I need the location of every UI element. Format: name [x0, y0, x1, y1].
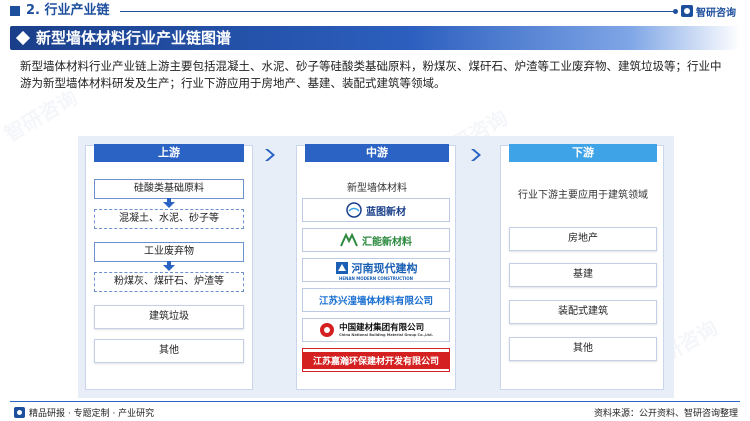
company-name: 江苏兴湟墙体材料有限公司 — [318, 296, 433, 307]
company-logo: 蓝图新材 — [302, 198, 450, 222]
brand-icon — [14, 407, 25, 418]
downstream-item: 其他 — [509, 337, 657, 361]
page-title: 新型墙体材料行业产业链图谱 — [36, 29, 232, 47]
arrow-down-icon — [163, 261, 175, 271]
section-divider — [120, 9, 678, 14]
company-name: 汇能新材料 — [362, 236, 412, 248]
downstream-column: 下游 行业下游主要应用于建筑领域 房地产 基建 装配式建筑 其他 — [500, 144, 664, 390]
company-logo: 河南现代建构 HENAN MODERN CONSTRUCTION — [302, 258, 450, 282]
brand-name: 智研咨询 — [696, 7, 736, 19]
company-name: 蓝图新材 — [366, 206, 406, 218]
midstream-header: 中游 — [305, 144, 449, 162]
arrow-down-icon — [163, 198, 175, 208]
downstream-header: 下游 — [509, 144, 657, 162]
section-square-icon — [10, 6, 20, 16]
henan-logo-icon — [335, 261, 348, 274]
footer-slogan-text: 精品研报 · 专题定制 · 产业研究 — [29, 409, 155, 419]
chevron-right-icon — [263, 148, 277, 162]
brand-icon — [681, 5, 693, 17]
company-name: 江苏嘉瀚环保建材开发有限公司 — [303, 351, 449, 369]
upstream-column: 上游 硅酸类基础原料 混凝土、水泥、砂子等 工业废弃物 粉煤灰、煤矸石、炉渣等 … — [85, 144, 253, 390]
diamond-icon — [15, 30, 31, 46]
description: 新型墙体材料行业产业链上游主要包括混凝土、水泥、砂子等硅酸类基础原料，粉煤灰、煤… — [20, 59, 722, 90]
downstream-item: 基建 — [509, 263, 657, 287]
source-note: 资料来源：公开资料、智研咨询整理 — [593, 409, 738, 419]
section-title: 2. 行业产业链 — [26, 3, 110, 18]
downstream-item: 装配式建筑 — [509, 300, 657, 324]
footer-slogan: 精品研报 · 专题定制 · 产业研究 — [14, 406, 154, 419]
upstream-group-title: 工业废弃物 — [94, 242, 244, 262]
footer-divider — [10, 401, 740, 402]
company-name: 中国建材集团有限公司 — [339, 323, 425, 333]
midstream-column: 中游 新型墙体材料 蓝图新材 汇能新材料 河南现代建构 HENAN MODERN… — [296, 144, 456, 390]
company-logo: 中国建材集团有限公司 China National Building Mater… — [302, 318, 450, 342]
company-logo: 汇能新材料 — [302, 228, 450, 252]
downstream-label: 行业下游主要应用于建筑领域 — [518, 190, 648, 201]
lantu-logo-icon — [346, 202, 362, 218]
company-subname: HENAN MODERN CONSTRUCTION — [338, 275, 414, 281]
company-logo: 江苏兴湟墙体材料有限公司 — [302, 288, 450, 312]
upstream-group-title: 硅酸类基础原料 — [94, 179, 244, 199]
upstream-group-detail: 粉煤灰、煤矸石、炉渣等 — [94, 272, 244, 292]
brand-logo: 智研咨询 — [681, 3, 736, 19]
chevron-right-icon — [469, 148, 483, 162]
company-subname: China National Building Material Group C… — [339, 333, 433, 337]
section-header: 2. 行业产业链 智研咨询 — [0, 0, 750, 22]
cnbm-logo-icon — [320, 323, 335, 337]
upstream-item: 其他 — [94, 339, 244, 363]
upstream-group-detail: 混凝土、水泥、砂子等 — [94, 209, 244, 229]
downstream-item: 房地产 — [509, 227, 657, 251]
midstream-label: 新型墙体材料 — [347, 183, 407, 194]
upstream-header: 上游 — [94, 144, 244, 162]
company-name: 河南现代建构 — [351, 261, 418, 275]
title-bar: 新型墙体材料行业产业链图谱 — [10, 26, 740, 50]
company-logo: 江苏嘉瀚环保建材开发有限公司 — [302, 348, 450, 372]
huineng-logo-icon — [340, 233, 358, 247]
upstream-item: 建筑垃圾 — [94, 305, 244, 329]
